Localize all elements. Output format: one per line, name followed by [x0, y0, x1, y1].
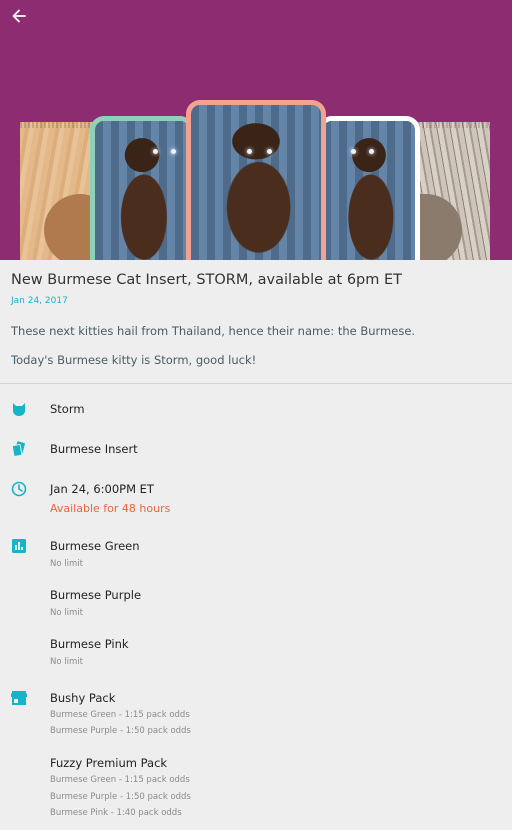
- article-paragraph: Today's Burmese kitty is Storm, good luc…: [11, 353, 257, 367]
- cat-photo: [323, 121, 415, 260]
- article-date: Jan 24, 2017: [11, 296, 68, 306]
- variant-name: Burmese Green: [50, 539, 140, 553]
- back-button[interactable]: [7, 5, 31, 27]
- availability-text: Available for 48 hours: [50, 502, 171, 515]
- hero-banner: [0, 0, 512, 260]
- pack-name: Fuzzy Premium Pack: [50, 756, 168, 770]
- cards-icon: [10, 440, 28, 458]
- store-icon: [10, 689, 28, 707]
- insert-name: Burmese Insert: [50, 442, 138, 456]
- variant-limit: No limit: [50, 559, 83, 569]
- cat-photo: [191, 105, 321, 260]
- variant-limit: No limit: [50, 608, 83, 618]
- release-time: Jan 24, 6:00PM ET: [50, 482, 154, 496]
- pack-name: Bushy Pack: [50, 691, 116, 705]
- cat-photo: [95, 121, 189, 260]
- card-burmese-pink: [186, 100, 326, 260]
- pack-odds: Burmese Green - 1:15 pack odds: [50, 710, 190, 720]
- variant-name: Burmese Pink: [50, 637, 129, 651]
- article-title: New Burmese Cat Insert, STORM, available…: [11, 272, 403, 288]
- card-burmese-green: [90, 116, 194, 260]
- arrow-left-icon: [12, 9, 26, 23]
- article-paragraph: These next kitties hail from Thailand, h…: [11, 324, 416, 338]
- bar-chart-icon: [10, 537, 28, 555]
- variant-limit: No limit: [50, 657, 83, 667]
- variant-name: Burmese Purple: [50, 588, 142, 602]
- cat-head-icon: [10, 400, 28, 418]
- pack-odds: Burmese Pink - 1:40 pack odds: [50, 808, 182, 818]
- pack-odds: Burmese Purple - 1:50 pack odds: [50, 726, 191, 736]
- pack-image-right: [402, 122, 490, 260]
- cat-name: Storm: [50, 402, 85, 416]
- pack-odds: Burmese Purple - 1:50 pack odds: [50, 792, 191, 802]
- pack-odds: Burmese Green - 1:15 pack odds: [50, 775, 190, 785]
- clock-icon: [10, 480, 28, 498]
- divider: [0, 383, 512, 384]
- card-burmese-purple: [318, 116, 420, 260]
